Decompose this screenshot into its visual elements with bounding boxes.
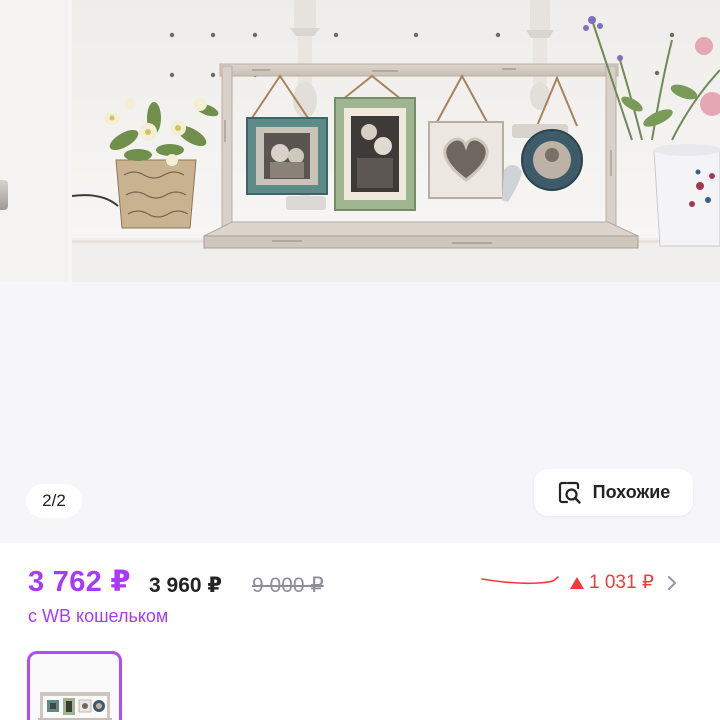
- similar-button[interactable]: Похожие: [534, 469, 693, 516]
- wallet-note: с WB кошельком: [28, 606, 169, 626]
- price-change[interactable]: 1 031 ₽: [569, 571, 678, 594]
- product-photo[interactable]: [72, 0, 720, 282]
- product-page: 2/2 Похожие 3 762 ₽ 3 960 ₽ 9 000 ₽ 1 03…: [0, 0, 720, 720]
- chevron-right-icon: [667, 575, 677, 590]
- red-scribble-mark: [481, 576, 559, 585]
- variant-thumbnail[interactable]: [27, 651, 122, 720]
- search-image-icon: [558, 481, 581, 504]
- previous-slide-glimpse: [0, 180, 8, 210]
- price-change-value: 1 031 ₽: [589, 572, 654, 593]
- product-gallery[interactable]: 2/2 Похожие: [0, 0, 720, 543]
- similar-button-label: Похожие: [592, 482, 671, 502]
- wallet-price: 3 762 ₽: [28, 566, 131, 598]
- previous-slide-edge[interactable]: [0, 0, 68, 282]
- variant-thumbnail-image: [38, 692, 112, 720]
- regular-price: 3 960 ₽: [149, 574, 222, 597]
- triangle-up-icon: [570, 576, 584, 589]
- price-row: 3 762 ₽ 3 960 ₽ 9 000 ₽ 1 031 ₽: [28, 564, 698, 604]
- slide-counter: 2/2: [26, 484, 82, 518]
- old-price: 9 000 ₽: [252, 574, 324, 597]
